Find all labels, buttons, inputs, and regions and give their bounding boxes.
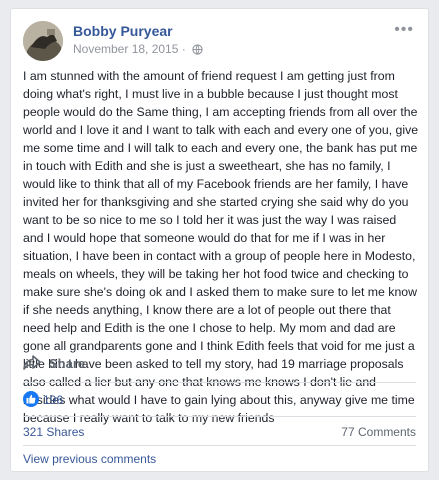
more-options-icon[interactable]: ••• <box>394 21 414 39</box>
post-stats: 321 Shares 77 Comments <box>23 423 416 443</box>
shares-count[interactable]: 321 Shares <box>23 425 84 439</box>
post-header: Bobby Puryear November 18, 2015 · ••• <box>23 21 416 61</box>
thumbs-up-icon <box>23 391 39 407</box>
post-date[interactable]: November 18, 2015 <box>73 42 178 56</box>
avatar-image <box>23 21 63 61</box>
share-arrow-icon <box>23 355 41 370</box>
post-text: I am stunned with the amount of friend r… <box>23 69 419 425</box>
divider <box>23 382 416 383</box>
meta-separator: · <box>181 42 186 56</box>
avatar[interactable] <box>23 21 63 61</box>
comments-count[interactable]: 77 Comments <box>341 425 416 439</box>
author-name[interactable]: Bobby Puryear <box>73 23 173 39</box>
share-label: Share <box>49 356 86 371</box>
globe-icon <box>192 44 203 58</box>
post-card: Bobby Puryear November 18, 2015 · ••• I … <box>10 8 429 472</box>
divider <box>23 416 416 417</box>
divider <box>23 445 416 446</box>
like-count: 196 <box>43 393 64 407</box>
post-meta: November 18, 2015 · <box>73 42 203 58</box>
view-previous-comments-link[interactable]: View previous comments <box>23 452 156 466</box>
